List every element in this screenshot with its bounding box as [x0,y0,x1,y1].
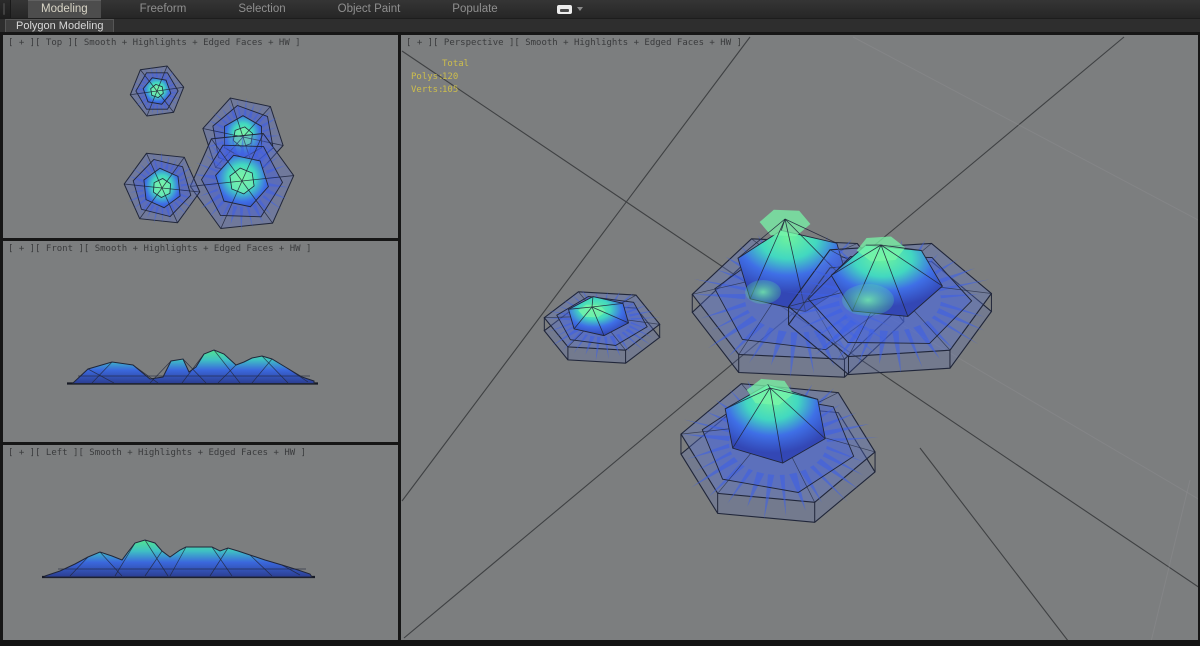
viewport-perspective-label[interactable]: [ + ][ Perspective ][ Smooth + Highlight… [406,38,742,48]
viewport-front-canvas[interactable] [3,241,398,442]
ribbon-tab-selection[interactable]: Selection [225,0,298,18]
ribbon-minimize-button[interactable] [556,0,583,18]
viewport-left-canvas[interactable] [3,445,398,640]
viewport-left[interactable]: [ + ][ Left ][ Smooth + Highlights + Edg… [3,445,398,640]
ribbon-tabs: Modeling Freeform Selection Object Paint… [11,0,583,18]
ribbon-tab-populate[interactable]: Populate [439,0,510,18]
viewport-top-canvas[interactable] [3,35,398,238]
viewport-perspective[interactable]: [ + ][ Perspective ][ Smooth + Highlight… [401,35,1198,640]
stats-polys-value: 120 [442,72,459,82]
ribbon-tab-freeform[interactable]: Freeform [127,0,200,18]
ribbon-minimize-icon [556,4,572,14]
viewport-top-label[interactable]: [ + ][ Top ][ Smooth + Highlights + Edge… [8,38,301,48]
viewport-left-label[interactable]: [ + ][ Left ][ Smooth + Highlights + Edg… [8,448,306,458]
ribbon-panel-row: Polygon Modeling [0,18,1200,32]
ribbon-tab-object-paint[interactable]: Object Paint [325,0,414,18]
viewport-front[interactable]: [ + ][ Front ][ Smooth + Highlights + Ed… [3,241,398,442]
stats-verts-value: 105 [442,85,459,95]
viewport-top[interactable]: [ + ][ Top ][ Smooth + Highlights + Edge… [3,35,398,238]
stats-verts-label: Verts: [411,85,444,95]
stats-polys-label: Polys: [411,72,444,82]
stats-spacer [411,58,442,71]
stats-header: Total [442,59,470,69]
window-bottom-edge [0,640,1200,646]
statistics-overlay: Total Polys: 120 Verts: 105 [411,58,469,97]
viewport-perspective-canvas[interactable] [401,35,1198,640]
3dsmax-window: Modeling Freeform Selection Object Paint… [0,0,1200,646]
ribbon-tab-modeling[interactable]: Modeling [28,0,101,18]
ribbon-tab-bar: Modeling Freeform Selection Object Paint… [0,0,1200,18]
ribbon-grip[interactable] [0,0,11,18]
viewport-front-label[interactable]: [ + ][ Front ][ Smooth + Highlights + Ed… [8,244,311,254]
chevron-down-icon [576,7,583,11]
panel-tab-polygon-modeling[interactable]: Polygon Modeling [5,19,115,32]
